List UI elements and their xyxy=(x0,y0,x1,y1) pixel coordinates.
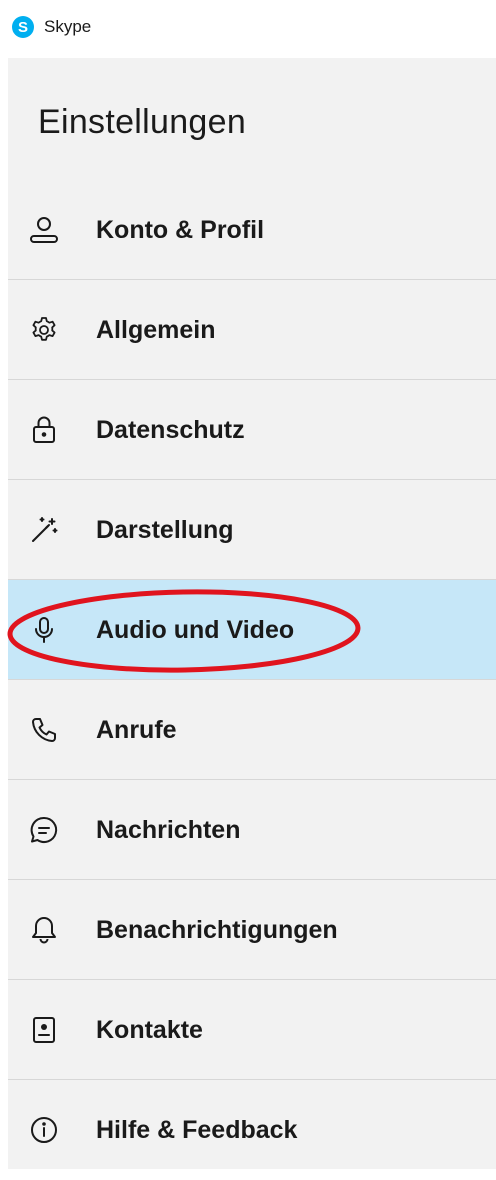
settings-item-label: Anrufe xyxy=(96,715,177,744)
title-bar: S Skype xyxy=(0,0,496,58)
settings-item-datenschutz[interactable]: Datenschutz xyxy=(8,380,496,480)
settings-item-kontakte[interactable]: Kontakte xyxy=(8,980,496,1080)
settings-item-label: Audio und Video xyxy=(96,615,295,644)
settings-item-konto-profil[interactable]: Konto & Profil xyxy=(8,180,496,280)
settings-item-nachrichten[interactable]: Nachrichten xyxy=(8,780,496,880)
lock-icon xyxy=(28,414,60,446)
phone-icon xyxy=(28,714,60,746)
chat-bubble-icon xyxy=(28,814,60,846)
magic-wand-icon xyxy=(28,514,60,546)
settings-item-label: Nachrichten xyxy=(96,815,241,844)
settings-panel: Einstellungen Konto & Profil Allgemein D… xyxy=(8,58,496,1169)
settings-item-label: Benachrichtigungen xyxy=(96,915,338,944)
settings-item-label: Darstellung xyxy=(96,515,234,544)
settings-item-audio-video[interactable]: Audio und Video xyxy=(8,580,496,680)
settings-item-label: Datenschutz xyxy=(96,415,245,444)
settings-item-label: Allgemein xyxy=(96,315,216,344)
settings-item-allgemein[interactable]: Allgemein xyxy=(8,280,496,380)
person-icon xyxy=(28,214,60,246)
settings-menu: Konto & Profil Allgemein Datenschutz Dar… xyxy=(8,180,496,1180)
info-icon xyxy=(28,1114,60,1146)
settings-item-darstellung[interactable]: Darstellung xyxy=(8,480,496,580)
app-title: Skype xyxy=(44,17,92,36)
contact-card-icon xyxy=(28,1014,60,1046)
settings-item-anrufe[interactable]: Anrufe xyxy=(8,680,496,780)
settings-item-benachrichtigungen[interactable]: Benachrichtigungen xyxy=(8,880,496,980)
microphone-icon xyxy=(28,614,60,646)
settings-heading: Einstellungen xyxy=(38,103,247,141)
gear-icon xyxy=(28,314,60,346)
settings-item-label: Konto & Profil xyxy=(96,215,265,244)
settings-item-label: Kontakte xyxy=(96,1015,203,1044)
settings-item-label: Hilfe & Feedback xyxy=(96,1115,298,1144)
settings-item-hilfe-feedback[interactable]: Hilfe & Feedback xyxy=(8,1080,496,1180)
bell-icon xyxy=(28,914,60,946)
skype-logo-icon: S xyxy=(12,16,34,38)
